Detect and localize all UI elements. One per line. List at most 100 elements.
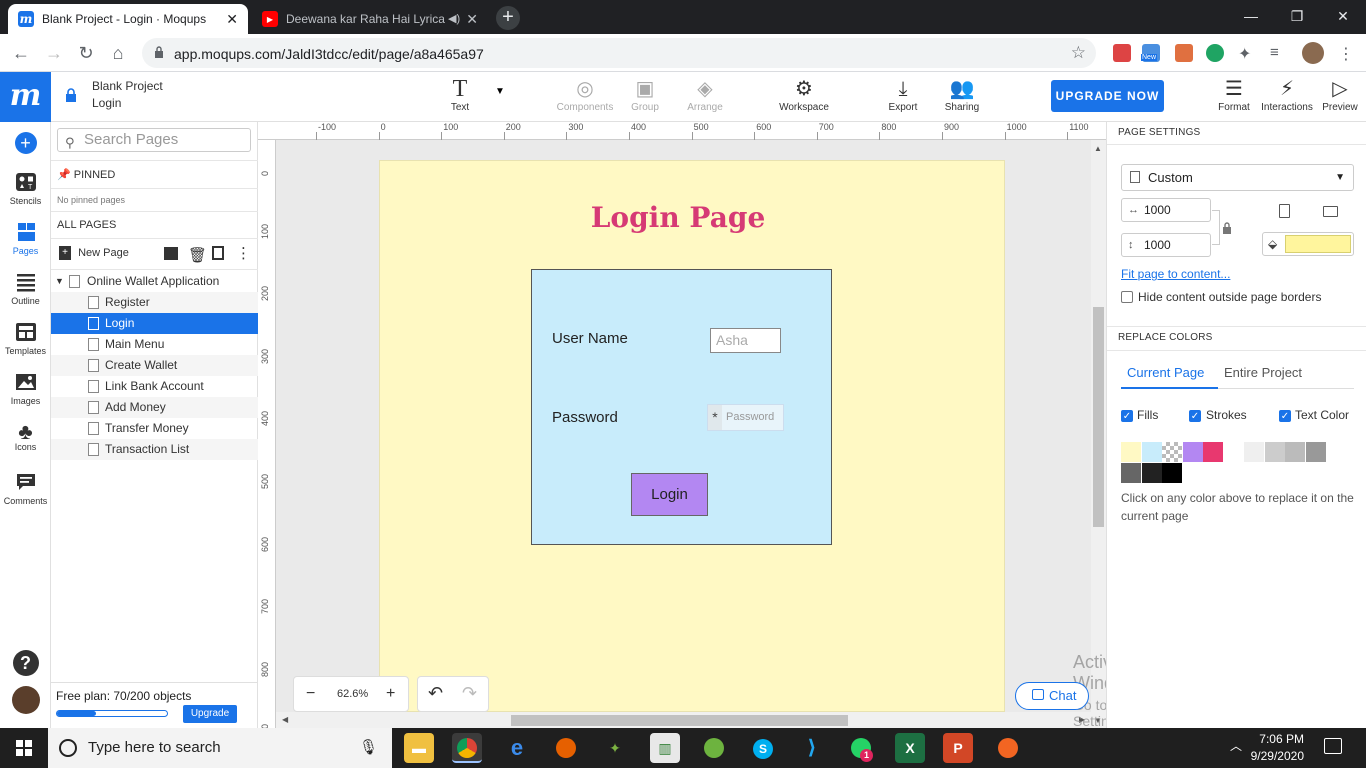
chrome-taskbar-icon[interactable] <box>452 733 482 763</box>
system-clock[interactable]: 7:06 PM 9/29/2020 <box>1248 731 1304 765</box>
media-control-icon[interactable]: ≡ <box>1270 44 1288 62</box>
chrome-menu-icon[interactable]: ⋮ <box>1338 44 1356 63</box>
browser-tab-moqups[interactable]: m Blank Project - Login · Moqups ✕ <box>8 4 248 34</box>
close-window-button[interactable]: ✕ <box>1320 4 1366 28</box>
new-folder-icon[interactable] <box>164 247 178 260</box>
palette-color-chip[interactable] <box>1285 442 1305 462</box>
close-tab-icon[interactable]: ✕ <box>466 11 478 28</box>
page-row-login[interactable]: Login <box>51 313 258 334</box>
username-input[interactable]: Asha <box>710 328 781 353</box>
delete-trash-icon[interactable]: 🗑 <box>188 246 207 264</box>
profile-avatar[interactable] <box>1302 42 1324 64</box>
page-width-input[interactable]: ↔ 1000 <box>1121 198 1211 222</box>
text-tool-dropdown-icon[interactable]: ▼ <box>495 86 505 97</box>
new-tab-button[interactable]: + <box>496 6 520 30</box>
zoom-out-button[interactable]: − <box>306 685 315 703</box>
palette-color-chip[interactable] <box>1141 442 1162 462</box>
minimize-window-button[interactable]: — <box>1228 4 1274 28</box>
design-page[interactable]: Login Page User Name Asha Password * Pas… <box>379 160 1005 712</box>
rail-stencils[interactable]: T Stencils <box>0 172 51 206</box>
browser-tab-youtube[interactable]: ▶ Deewana kar Raha Hai Lyrica ◀) ✕ <box>252 4 488 34</box>
strokes-checkbox[interactable]: ✓ <box>1189 410 1201 422</box>
page-row-create-wallet[interactable]: Create Wallet <box>51 355 258 376</box>
redo-icon[interactable]: ↷ <box>462 683 477 704</box>
help-button[interactable]: ? <box>0 650 51 676</box>
page-row-register[interactable]: Register <box>51 292 258 313</box>
app-icon[interactable] <box>993 733 1023 763</box>
upgrade-now-button[interactable]: UPGRADE NOW <box>1051 80 1164 112</box>
palette-color-chip[interactable] <box>1305 442 1326 462</box>
search-pages-input[interactable]: ⚲ Search Pages <box>57 128 251 152</box>
scroll-up-icon[interactable]: ▲ <box>1094 144 1102 153</box>
close-tab-icon[interactable]: ✕ <box>226 11 238 28</box>
palette-color-chip[interactable] <box>1141 463 1162 483</box>
fills-checkbox[interactable]: ✓ <box>1121 410 1133 422</box>
text-color-checkbox[interactable]: ✓ <box>1279 410 1291 422</box>
horizontal-scroll-thumb[interactable] <box>511 715 848 726</box>
rail-templates[interactable]: Templates <box>0 322 51 356</box>
firefox-icon[interactable] <box>551 733 581 763</box>
palette-color-chip[interactable] <box>1223 442 1244 462</box>
moqups-logo[interactable]: m <box>0 72 51 122</box>
extension-icon[interactable] <box>1175 44 1193 62</box>
fit-page-to-content-link[interactable]: Fit page to content... <box>1121 267 1230 281</box>
taskbar-search-box[interactable]: Type here to search 🎙 <box>48 728 392 768</box>
extension-icon[interactable] <box>1113 44 1131 62</box>
rail-pages[interactable]: Pages <box>0 222 51 256</box>
tab-entire-project[interactable]: Entire Project <box>1224 365 1302 380</box>
palette-color-chip[interactable] <box>1162 442 1182 462</box>
page-row-link-bank-account[interactable]: Link Bank Account <box>51 376 258 397</box>
project-name[interactable]: Blank Project <box>92 79 163 93</box>
page-color-picker[interactable]: ⬙ <box>1262 232 1354 256</box>
back-icon[interactable]: ← <box>10 42 32 64</box>
palette-color-chip[interactable] <box>1121 442 1141 462</box>
whatsapp-icon[interactable]: 1 <box>846 733 876 763</box>
folder-row[interactable]: ▼ Online Wallet Application <box>51 271 258 292</box>
vscode-icon[interactable]: ⟩ <box>797 733 827 763</box>
excel-icon[interactable]: X <box>895 733 925 763</box>
format-button[interactable]: ☰ Format <box>1214 76 1254 113</box>
palette-color-chip[interactable] <box>1162 463 1182 483</box>
username-label[interactable]: User Name <box>552 330 628 347</box>
palette-color-chip[interactable] <box>1203 442 1223 462</box>
rail-icons[interactable]: ♣ Icons <box>0 421 51 453</box>
sharing-button[interactable]: 👥 Sharing <box>942 76 982 113</box>
powerpoint-icon[interactable]: P <box>943 733 973 763</box>
rail-images[interactable]: Images <box>0 372 51 406</box>
text-tool-button[interactable]: T Text <box>446 76 474 113</box>
palette-color-chip[interactable] <box>1121 463 1141 483</box>
add-button[interactable]: + <box>0 132 51 154</box>
page-row-transaction-list[interactable]: Transaction List <box>51 439 258 460</box>
microphone-icon[interactable]: 🎙 <box>359 728 378 768</box>
file-explorer-icon[interactable]: ▬ <box>404 733 434 763</box>
page-row-transfer-money[interactable]: Transfer Money <box>51 418 258 439</box>
canvas-area[interactable]: -100 0 100 200 300 400 500 600 700 800 900 1000 1100… <box>258 122 1106 728</box>
windows-start-icon[interactable] <box>0 728 48 768</box>
bookmark-star-icon[interactable]: ☆ <box>1071 43 1086 63</box>
extensions-puzzle-icon[interactable]: ✦ <box>1238 44 1256 63</box>
password-input[interactable]: * Password <box>707 404 784 431</box>
zoom-level[interactable]: 62.6% <box>337 688 368 700</box>
undo-icon[interactable]: ↶ <box>428 683 443 704</box>
page-row-add-money[interactable]: Add Money <box>51 397 258 418</box>
reload-icon[interactable]: ↻ <box>75 42 97 64</box>
preview-button[interactable]: ▷ Preview <box>1320 76 1360 113</box>
landscape-orientation-icon[interactable] <box>1323 206 1338 217</box>
page-height-input[interactable]: ↕ 1000 <box>1121 233 1211 257</box>
hide-outside-checkbox[interactable] <box>1121 291 1133 303</box>
grammarly-icon[interactable] <box>1206 44 1224 62</box>
aspect-lock-icon[interactable] <box>1222 222 1232 234</box>
workspace-button[interactable]: ⚙ Workspace <box>776 76 832 113</box>
new-page-button[interactable]: + New Page <box>59 246 129 260</box>
rail-outline[interactable]: Outline <box>0 272 51 306</box>
password-label[interactable]: Password <box>552 409 618 426</box>
portrait-orientation-icon[interactable] <box>1279 204 1290 218</box>
tray-chevron-icon[interactable]: ︿ <box>1230 737 1242 754</box>
rail-comments[interactable]: Comments <box>0 472 51 506</box>
spring-tool-icon[interactable] <box>699 733 729 763</box>
chart-app-icon[interactable]: ▥ <box>650 733 680 763</box>
zoom-in-button[interactable]: + <box>386 685 395 703</box>
login-page-title[interactable]: Login Page <box>380 201 976 234</box>
restore-window-button[interactable]: ❐ <box>1274 4 1320 28</box>
address-bar[interactable]: app.moqups.com/JaldI3tdcc/edit/page/a8a4… <box>142 38 1096 68</box>
